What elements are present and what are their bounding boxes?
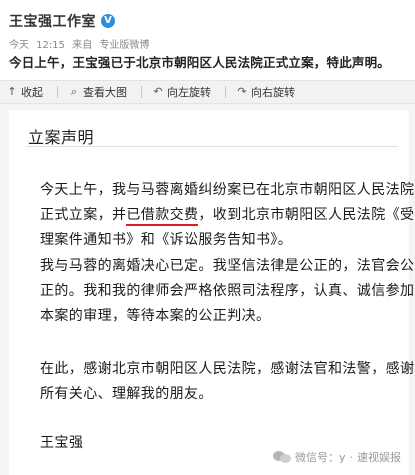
view-large-label: 查看大图 [83, 86, 127, 99]
watermark-prefix: 微信号 [294, 451, 328, 464]
collapse-label: 收起 [21, 86, 43, 99]
rotate-left-label: 向左旋转 [167, 86, 211, 99]
watermark-account: y [338, 450, 346, 464]
statement-paragraph-2: 我与马蓉的离婚决心已定。我坚信法律是公正的，法官会公 正的。我和我的律师会严格依… [40, 254, 415, 329]
statement-paragraph-1: 今天上午，我与马蓉离婚纠纷案已在北京市朝阳区人民法院 正式立案，并已借款交费，收… [40, 178, 415, 253]
paragraph-line: 本案的审理，等待本案的公正判决。 [40, 308, 271, 324]
toolbar-divider [141, 86, 142, 98]
paragraph-line: 正的。我和我的律师会严格依照司法程序，认真、诚信参加 [40, 283, 415, 299]
watermark-separator: · [349, 450, 354, 464]
post-from-label: 来自 [72, 40, 93, 51]
paragraph-line: 今天上午，我与马蓉离婚纠纷案已在北京市朝阳区人民法院 [40, 182, 415, 198]
paragraph-line: 在此，感谢北京市朝阳区人民法院，感谢法官和法警，感谢 [40, 361, 415, 377]
magnifier-icon: ⌕ [70, 85, 78, 98]
author-row: 王宝强工作室 V [9, 12, 115, 30]
post-meta: 今天 12:15 来自 专业版微博 [9, 36, 153, 51]
arrow-up-icon: ↑ [7, 85, 17, 98]
statement-signature: 王宝强 [40, 435, 84, 451]
paragraph-line: 理案件通知书》和《诉讼服务告知书》。 [40, 232, 293, 248]
title-divider [26, 146, 398, 147]
paragraph-line: 所有关心、理解我的朋友。 [40, 386, 213, 402]
post-text: 今日上午，王宝强已于北京市朝阳区人民法院正式立案，特此声明。 [9, 55, 391, 70]
rotate-left-icon: ↶ [153, 85, 163, 98]
author-name[interactable]: 王宝强工作室 [9, 11, 96, 31]
watermark-colon: ： [327, 451, 339, 464]
statement-title: 立案声明 [28, 128, 95, 147]
paragraph-text: ，收到北京市朝阳区人民法院《受 [198, 207, 415, 223]
underlined-text: 已借款交费 [126, 207, 199, 226]
post-date: 今天 [9, 40, 29, 51]
watermark-name: 速视娱报 [357, 451, 401, 464]
image-toolbar: ↑ 收起 ⌕ 查看大图 ↶ 向左旋转 ↷ 向右旋转 [0, 80, 415, 104]
statement-paragraph-3: 在此，感谢北京市朝阳区人民法院，感谢法官和法警，感谢 所有关心、理解我的朋友。 [40, 357, 415, 407]
paragraph-line: 我与马蓉的离婚决心已定。我坚信法律是公正的，法官会公 [40, 258, 415, 274]
rotate-right-label: 向右旋转 [251, 86, 295, 99]
verified-icon: V [101, 14, 115, 28]
view-large-button[interactable]: ⌕ 查看大图 [68, 84, 127, 100]
toolbar-divider [57, 86, 58, 98]
collapse-button[interactable]: ↑ 收起 [6, 84, 43, 100]
rotate-right-icon: ↷ [237, 85, 247, 98]
paragraph-line: 正式立案，并已借款交费，收到北京市朝阳区人民法院《受 [40, 203, 414, 228]
rotate-left-button[interactable]: ↶ 向左旋转 [152, 84, 211, 100]
post-time: 12:15 [36, 40, 66, 51]
post-client[interactable]: 专业版微博 [99, 40, 149, 51]
watermark: 微信号 ： y · 速视娱报 [272, 449, 401, 465]
rotate-right-button[interactable]: ↷ 向右旋转 [236, 84, 295, 100]
post-header: 王宝强工作室 V 今天 12:15 来自 专业版微博 今日上午，王宝强已于北京市… [0, 0, 415, 72]
toolbar-divider [225, 86, 226, 98]
wechat-icon [272, 450, 291, 464]
paragraph-text: 正式立案，并 [40, 207, 127, 223]
